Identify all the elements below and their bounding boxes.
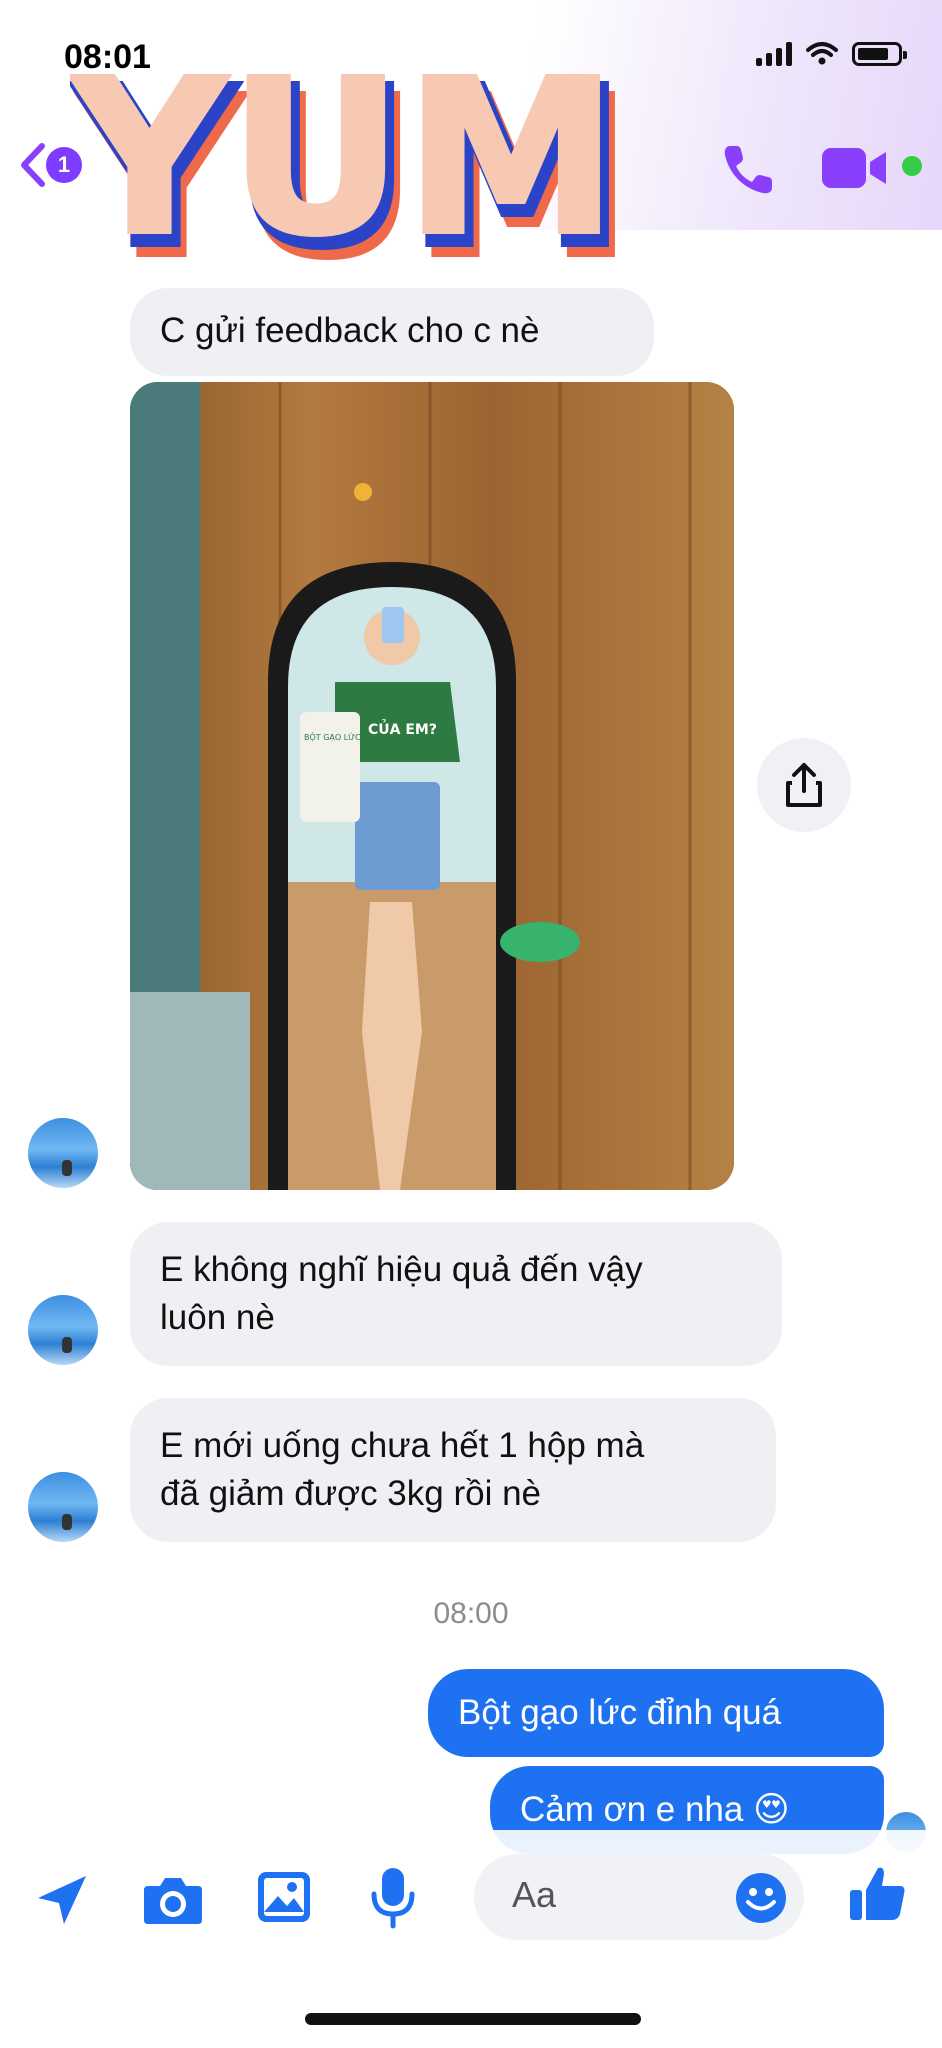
sender-avatar[interactable] (28, 1118, 98, 1188)
message-text-line: E mới uống chưa hết 1 hộp mà (160, 1426, 645, 1465)
home-indicator (305, 2013, 641, 2025)
message-text-line: đã giảm được 3kg rồi nè (160, 1474, 542, 1513)
video-camera-icon (822, 148, 886, 188)
wifi-icon (806, 42, 838, 65)
camera-icon[interactable] (140, 1872, 206, 1928)
message-input-placeholder: Aa (512, 1874, 557, 1915)
message-text: Cảm ơn e nha 😍 (520, 1790, 790, 1829)
photo-bag-text: BỘT GẠO LỨC YUM (304, 731, 381, 743)
message-text: Bột gạo lức đỉnh quá (458, 1693, 782, 1732)
battery-icon (852, 42, 907, 66)
chevron-left-icon (21, 143, 45, 187)
image-icon[interactable] (254, 1868, 314, 1926)
video-call-button[interactable] (820, 146, 890, 195)
emoji-icon[interactable] (734, 1871, 788, 1925)
location-arrow-icon[interactable] (32, 1870, 92, 1930)
message-text: C gửi feedback cho c nè (160, 311, 540, 350)
message-timestamp: 08:00 (433, 1597, 509, 1630)
yum-logo: YUM YUM YUM (70, 32, 630, 290)
share-icon (786, 763, 822, 807)
outgoing-message-bubble[interactable]: Bột gạo lức đỉnh quá (428, 1669, 884, 1757)
message-bubble[interactable]: C gửi feedback cho c nè (130, 288, 654, 376)
online-indicator (902, 156, 922, 176)
message-input[interactable]: Aa (474, 1854, 804, 1940)
message-bubble[interactable]: E không nghĩ hiệu quả đến vậy luôn nè (130, 1222, 782, 1366)
sender-avatar[interactable] (28, 1472, 98, 1542)
phone-icon (724, 146, 772, 194)
message-text-line: E không nghĩ hiệu quả đến vậy (160, 1250, 643, 1289)
signal-icon (756, 42, 792, 66)
thumbs-up-icon[interactable] (846, 1862, 910, 1926)
svg-text:YUM: YUM (70, 34, 620, 283)
message-bubble[interactable]: E mới uống chưa hết 1 hộp mà đã giảm đượ… (130, 1398, 776, 1542)
photo-image: CỦA EM? BỘT GẠO LỨC YUM (130, 382, 734, 1190)
microphone-icon[interactable] (368, 1866, 418, 1930)
call-button[interactable] (718, 140, 778, 205)
message-text-line: luôn nè (160, 1298, 275, 1337)
sender-avatar[interactable] (28, 1295, 98, 1365)
status-icons (756, 42, 907, 66)
message-photo[interactable]: CỦA EM? BỘT GẠO LỨC YUM (130, 382, 734, 1190)
share-button[interactable] (757, 738, 851, 832)
